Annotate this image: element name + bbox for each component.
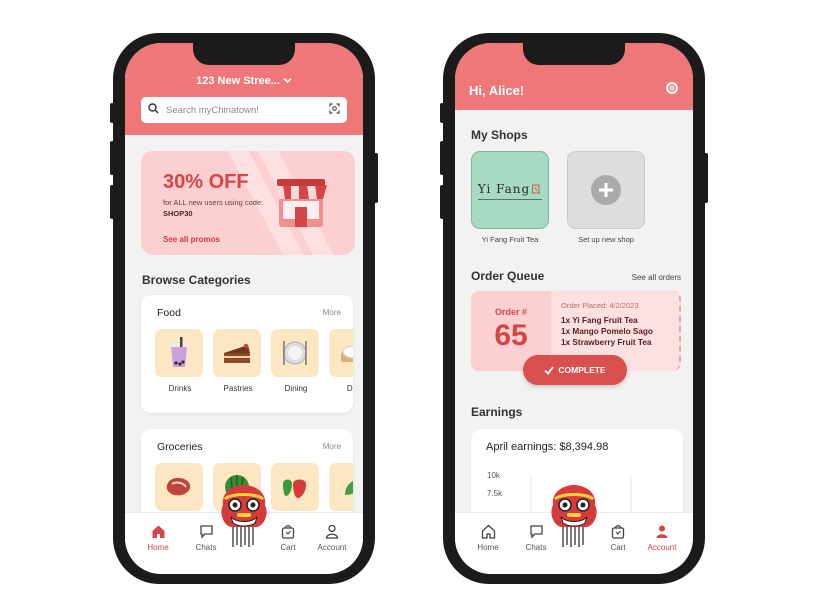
person-icon (656, 525, 668, 538)
nav-label: Account (647, 543, 677, 552)
order-label: Order # (494, 307, 527, 317)
nav-account[interactable]: Account (641, 523, 683, 552)
search-input[interactable]: Search myChinatown! (141, 97, 347, 123)
merchant-screen: Hi, Alice! My Shops Yi Fangㄖ Yi Fang Fru… (455, 43, 693, 574)
nav-label: Cart (610, 543, 626, 552)
shop-label: Yi Fang Fruit Tea (481, 235, 539, 244)
add-icon (591, 175, 621, 205)
order-items: 1x Yi Fang Fruit Tea 1x Mango Pomelo Sag… (561, 315, 653, 348)
meat-icon (166, 477, 191, 496)
groceries-more-link[interactable]: More (323, 442, 341, 451)
nav-label: Home (147, 543, 169, 552)
promo-headline: 30% OFF (163, 171, 249, 193)
bag-icon (281, 524, 295, 539)
see-all-promos-link[interactable]: See all promos (163, 235, 220, 244)
nav-home[interactable]: Home (467, 523, 509, 552)
scan-icon[interactable] (329, 101, 340, 119)
category-dining[interactable]: Dining (271, 329, 321, 393)
order-item: 1x Mango Pomelo Sago (561, 327, 653, 336)
order-item: 1x Strawberry Fruit Tea (561, 338, 652, 347)
bag-icon (611, 524, 625, 539)
nav-label: Chats (195, 543, 217, 552)
search-icon (148, 101, 159, 119)
groceries-title: Groceries (157, 441, 203, 453)
shop-yi-fang[interactable]: Yi Fangㄖ Yi Fang Fruit Tea (471, 151, 549, 244)
storefront-icon (275, 179, 327, 227)
vegetable-icon (345, 481, 353, 495)
address-selector[interactable]: 123 New Stree... (125, 75, 363, 87)
address-text: 123 New Stree... (196, 75, 280, 87)
food-more-link[interactable]: More (323, 308, 341, 317)
category-label: Dim (346, 384, 353, 393)
nav-label: Account (317, 543, 347, 552)
category-drinks[interactable]: Drinks (155, 329, 205, 393)
peppers-icon (283, 479, 306, 498)
chat-icon (199, 524, 213, 539)
order-number: 65 (494, 319, 528, 352)
chat-icon (529, 524, 543, 539)
order-item: 1x Yi Fang Fruit Tea (561, 316, 638, 325)
food-category-card: Food More Drinks Pastries Dining Dim (141, 295, 353, 413)
category-dim[interactable]: Dim (329, 329, 353, 393)
nav-label: Cart (280, 543, 296, 552)
promo-code: SHOP30 (163, 209, 193, 218)
category-label: Pastries (223, 384, 253, 393)
plate-cutlery-icon (283, 341, 307, 365)
nav-label: Home (477, 543, 499, 552)
food-title: Food (157, 307, 181, 319)
category-label: Drinks (168, 384, 192, 393)
dumpling-icon (341, 345, 353, 362)
shop-label: Set up new shop (578, 235, 634, 244)
lion-dance-mascot-icon (221, 485, 267, 547)
see-all-orders-link[interactable]: See all orders (632, 273, 681, 282)
merchant-bottom-nav: Home Chats Cart Account (455, 485, 693, 574)
home-icon (481, 524, 495, 539)
merchant-phone: Hi, Alice! My Shops Yi Fangㄖ Yi Fang Fru… (440, 33, 708, 584)
browse-categories-title: Browse Categories (142, 273, 251, 287)
setup-new-shop[interactable]: Set up new shop (567, 151, 645, 244)
category-label: Dining (284, 384, 308, 393)
lion-dance-mascot-icon (551, 485, 597, 547)
nav-cart[interactable]: Cart (597, 523, 639, 552)
customer-bottom-nav: Home Chats Cart Account (125, 485, 363, 574)
greeting: Hi, Alice! (469, 83, 525, 98)
gear-icon[interactable] (665, 81, 679, 95)
chevron-down-icon (283, 76, 292, 86)
order-queue-title: Order Queue (471, 269, 545, 283)
customer-screen: 123 New Stree... Search myChinatown! 30%… (125, 43, 363, 574)
bubble-tea-icon (170, 337, 188, 367)
yi-fang-logo: Yi Fangㄖ (477, 181, 543, 200)
cake-icon (224, 343, 250, 363)
nav-home[interactable]: Home (137, 523, 179, 552)
person-icon (325, 524, 339, 539)
my-shops-title: My Shops (471, 128, 528, 142)
nav-label: Chats (525, 543, 547, 552)
category-peppers[interactable] (271, 463, 321, 511)
category-meat[interactable] (155, 463, 205, 511)
category-pastries[interactable]: Pastries (213, 329, 263, 393)
complete-order-button[interactable]: COMPLETE (523, 355, 627, 385)
earnings-title: Earnings (471, 405, 523, 419)
search-placeholder: Search myChinatown! (166, 104, 259, 116)
category-vegetable[interactable] (329, 463, 353, 511)
check-icon (544, 365, 555, 375)
customer-phone: 123 New Stree... Search myChinatown! 30%… (110, 33, 378, 584)
promo-description: for ALL new users using code: SHOP30 (163, 198, 264, 218)
nav-account[interactable]: Account (311, 523, 353, 552)
home-icon (152, 525, 164, 538)
nav-cart[interactable]: Cart (267, 523, 309, 552)
promo-banner[interactable]: 30% OFF for ALL new users using code: SH… (141, 151, 355, 255)
order-placed: Order Placed: 4/2/2023 (561, 301, 639, 310)
